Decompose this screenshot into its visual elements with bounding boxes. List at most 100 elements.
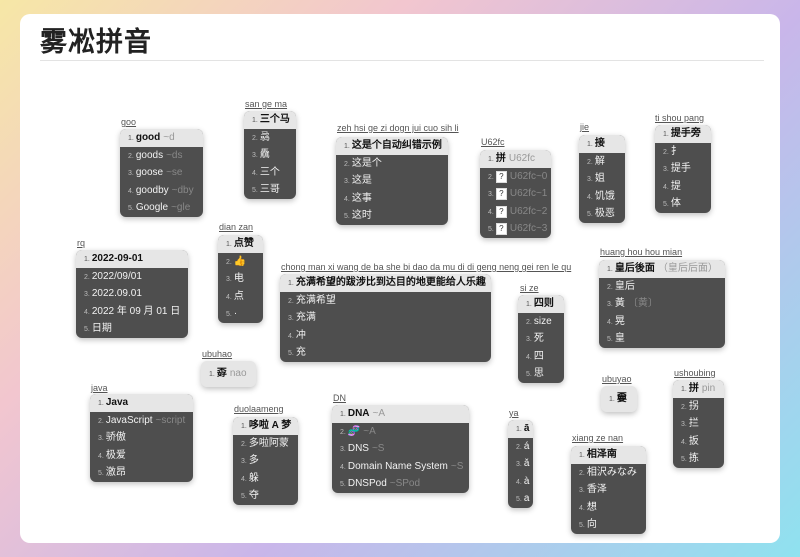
- candidate-item[interactable]: 2. 这是个: [336, 155, 448, 173]
- pinyin-input: zeh hsi ge zi dogn jui cuo sih li: [337, 123, 459, 133]
- candidate-item[interactable]: 1. Java: [90, 394, 193, 412]
- candidate-item[interactable]: 2.? U62fc~0: [480, 168, 551, 186]
- candidate-item[interactable]: 2. 多啦阿蒙: [233, 435, 298, 453]
- candidate-item[interactable]: 5. 夺: [233, 487, 298, 505]
- candidate-item[interactable]: 4. 点: [218, 288, 263, 306]
- candidate-item[interactable]: 2. 骉: [244, 129, 296, 147]
- candidate-window: 1. 提手旁 2. 扌 3. 提手 4. 提 5. 体: [655, 125, 711, 213]
- candidate-item[interactable]: 1. 点赞: [218, 235, 263, 253]
- candidate-item[interactable]: 4. à: [508, 473, 533, 491]
- candidate-item[interactable]: 1. 拼 U62fc: [480, 150, 551, 168]
- candidate-item[interactable]: 4. Domain Name System ~S: [332, 458, 469, 476]
- candidate-item[interactable]: 1. good ~d: [120, 129, 203, 147]
- candidate-item[interactable]: 4. goodby ~dby: [120, 182, 203, 200]
- candidate-item[interactable]: 5. 三哥: [244, 181, 296, 199]
- candidate-index: 4.: [241, 475, 247, 483]
- candidate-item[interactable]: 1. 皇后後面 （皇后后面）: [599, 260, 725, 278]
- candidate-comment: ~S: [371, 443, 385, 454]
- candidate-item[interactable]: 3. 驫: [244, 146, 296, 164]
- candidate-item[interactable]: 2. 2022/09/01: [76, 268, 188, 286]
- candidate-item[interactable]: 3. 2022.09.01: [76, 285, 188, 303]
- candidate-item[interactable]: 5. 皇: [599, 330, 725, 348]
- candidate-item[interactable]: 3. 姐: [579, 170, 625, 188]
- candidate-item[interactable]: 2. 解: [579, 153, 625, 171]
- candidate-item[interactable]: 2. 👍: [218, 253, 263, 271]
- candidate-item[interactable]: 5. a: [508, 490, 533, 508]
- candidate-index: 1.: [209, 371, 215, 378]
- pinyin-input: ushoubing: [674, 368, 716, 378]
- candidate-item[interactable]: 3. 这是: [336, 172, 448, 190]
- candidate-item[interactable]: 1. DNA ~A: [332, 405, 469, 423]
- candidate-item[interactable]: 3. 充满: [280, 309, 491, 327]
- candidate-item[interactable]: 5. Google ~gle: [120, 199, 203, 217]
- candidate-item[interactable]: 4. 极爱: [90, 447, 193, 465]
- candidate-item[interactable]: 1. 拼 pin: [673, 380, 724, 398]
- candidate-item[interactable]: 3. 香泽: [571, 481, 646, 499]
- candidate-item[interactable]: 4. 躲: [233, 470, 298, 488]
- candidate-item[interactable]: 5. 极恶: [579, 205, 625, 223]
- candidate-item[interactable]: 3. 骄傲: [90, 429, 193, 447]
- candidate-index: 5.: [607, 336, 613, 343]
- candidate-item[interactable]: 5. ·: [218, 305, 263, 323]
- candidate-item[interactable]: 1. 这是个自动纠错示例: [336, 137, 448, 155]
- candidate-item[interactable]: 4. 冲: [280, 327, 491, 345]
- candidate-item[interactable]: 1. 接: [579, 135, 625, 153]
- candidate-index: 5.: [128, 205, 134, 212]
- candidate-index: 2.: [681, 403, 687, 411]
- candidate-item[interactable]: 5. 拣: [673, 450, 724, 468]
- candidate-item[interactable]: 5.? U62fc~3: [480, 220, 551, 238]
- candidate-item[interactable]: 1. 三个马: [244, 111, 296, 129]
- candidate-item[interactable]: 3. DNS ~S: [332, 440, 469, 458]
- candidate-item[interactable]: 3. 黃〔黄〕: [599, 295, 725, 313]
- candidate-item[interactable]: 4. 晃: [599, 313, 725, 331]
- candidate-item[interactable]: 5. 这时: [336, 207, 448, 225]
- candidate-item[interactable]: 4. 这事: [336, 190, 448, 208]
- candidate-item[interactable]: 1. 2022-09-01: [76, 250, 188, 268]
- candidate-item[interactable]: 5. 激昂: [90, 464, 193, 482]
- candidate-item[interactable]: 1. 哆啦 A 梦: [233, 417, 298, 435]
- candidate-item[interactable]: 3. 死: [518, 330, 564, 348]
- candidate-item[interactable]: 2. 拐: [673, 398, 724, 416]
- candidate-item[interactable]: 1. 充满希望的跋涉比到达目的地更能给人乐趣: [280, 274, 491, 292]
- candidate-item[interactable]: 4. 扳: [673, 433, 724, 451]
- candidate-text: 躲: [248, 472, 259, 484]
- candidate-item[interactable]: 3. goose ~se: [120, 164, 203, 182]
- candidate-item[interactable]: 4. 三个: [244, 164, 296, 182]
- candidate-item[interactable]: 2. á: [508, 438, 533, 456]
- candidate-item[interactable]: 4. 饥饿: [579, 188, 625, 206]
- candidate-item[interactable]: 3. 电: [218, 270, 263, 288]
- candidate-item[interactable]: 1. 提手旁: [655, 125, 711, 143]
- candidate-item[interactable]: 5. 向: [571, 516, 646, 534]
- candidate-item[interactable]: 5. DNSPod ~SPod: [332, 475, 469, 493]
- candidate-item[interactable]: 5. 日期: [76, 320, 188, 338]
- candidate-item[interactable]: 5. 思: [518, 365, 564, 383]
- candidate-item[interactable]: 4. 想: [571, 499, 646, 517]
- candidate-item[interactable]: 2. 相沢みなみ: [571, 464, 646, 482]
- candidate-text: goose: [135, 167, 164, 178]
- candidate-item[interactable]: 1. 孬 nao: [201, 361, 256, 387]
- candidate-item[interactable]: 3. ǎ: [508, 455, 533, 473]
- candidate-item[interactable]: 1. ā: [508, 420, 533, 438]
- candidate-text: 皇后後面: [614, 263, 655, 274]
- candidate-item[interactable]: 4.? U62fc~2: [480, 203, 551, 221]
- candidate-item[interactable]: 2. JavaScript ~script: [90, 412, 193, 430]
- candidate-item[interactable]: 2. 🧬 ~A: [332, 423, 469, 441]
- candidate-item[interactable]: 4. 四: [518, 348, 564, 366]
- candidate-item[interactable]: 3. 提手: [655, 160, 711, 178]
- candidate-item[interactable]: 2. 充满希望: [280, 292, 491, 310]
- candidate-item[interactable]: 2. 扌: [655, 143, 711, 161]
- candidate-item[interactable]: 3. 拦: [673, 415, 724, 433]
- candidate-item[interactable]: 5. 体: [655, 195, 711, 213]
- candidate-item[interactable]: 1. 嫑: [601, 386, 637, 412]
- candidate-item[interactable]: 4. 提: [655, 178, 711, 196]
- candidate-item[interactable]: 1. 相泽南: [571, 446, 646, 464]
- candidate-item[interactable]: 2. 皇后: [599, 278, 725, 296]
- candidate-text: 骉: [259, 131, 270, 143]
- candidate-item[interactable]: 3. 多: [233, 452, 298, 470]
- candidate-item[interactable]: 4. 2022 年 09 月 01 日: [76, 303, 188, 321]
- candidate-item[interactable]: 1. 四则: [518, 295, 564, 313]
- candidate-item[interactable]: 2. goods ~ds: [120, 147, 203, 165]
- candidate-item[interactable]: 2. size: [518, 313, 564, 331]
- candidate-item[interactable]: 5. 充: [280, 344, 491, 362]
- candidate-item[interactable]: 3.? U62fc~1: [480, 185, 551, 203]
